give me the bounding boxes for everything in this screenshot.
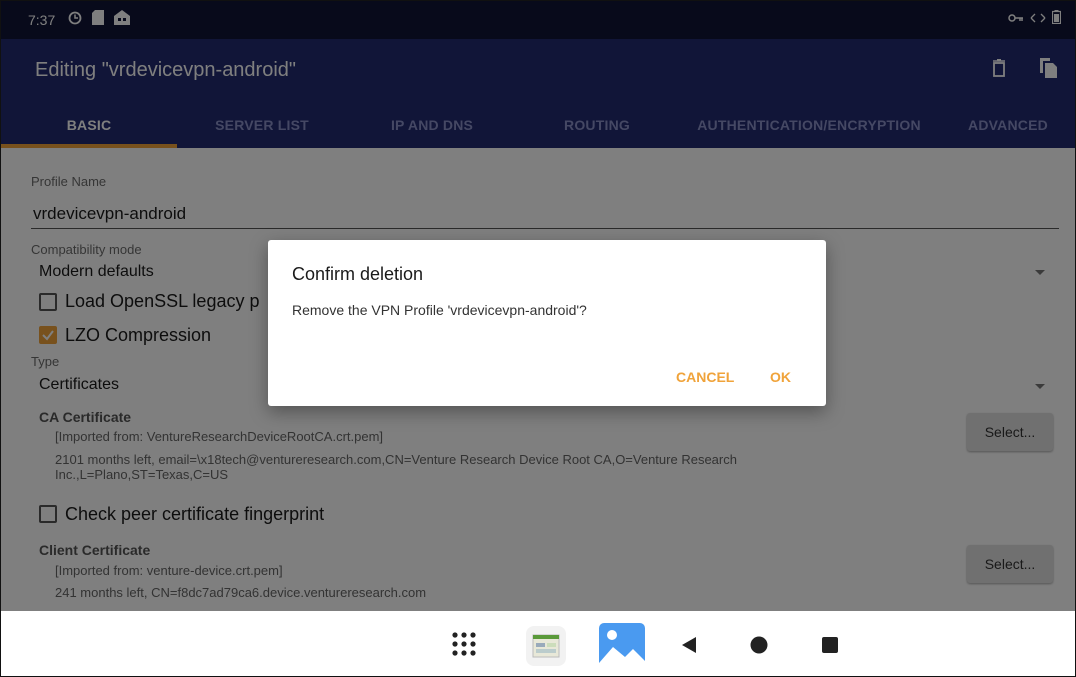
screen: 7:37 Editing "vrdevicevpn-an: [0, 0, 1076, 677]
app-drawer-icon[interactable]: [449, 629, 479, 659]
dialog-title: Confirm deletion: [292, 264, 424, 284]
dialog-message: Remove the VPN Profile 'vrdevicevpn-andr…: [292, 302, 587, 318]
cancel-button[interactable]: CANCEL: [676, 369, 734, 385]
recent-app-icon[interactable]: [525, 625, 567, 667]
back-icon[interactable]: [679, 635, 699, 655]
ok-button[interactable]: OK: [770, 369, 791, 385]
home-icon[interactable]: [749, 635, 769, 655]
gallery-icon[interactable]: [599, 623, 645, 669]
navigation-bar: [1, 611, 1075, 676]
confirm-deletion-dialog: Confirm deletion Remove the VPN Profile …: [268, 240, 826, 406]
overview-icon[interactable]: [821, 636, 839, 654]
